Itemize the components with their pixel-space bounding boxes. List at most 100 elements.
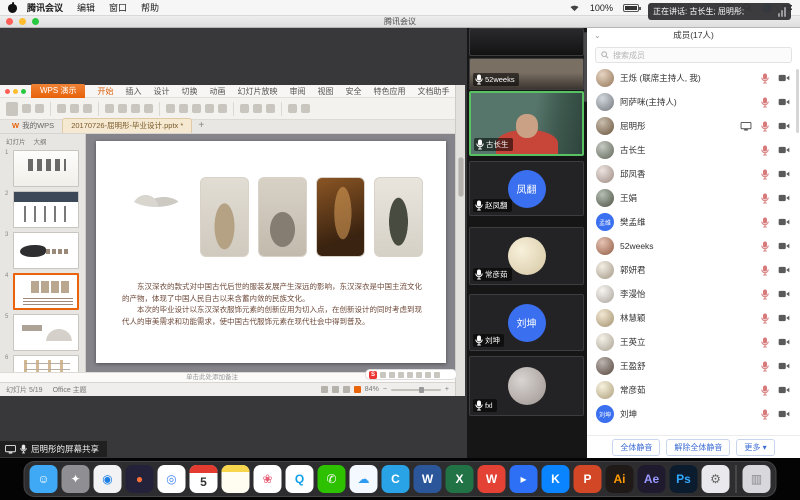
video-tile-刘坤[interactable]: 刘坤刘坤 xyxy=(469,294,584,351)
dock-after-effects-icon[interactable]: Ae xyxy=(638,465,666,493)
toolbar-icon[interactable] xyxy=(166,104,175,113)
dock-qq-icon[interactable]: Q xyxy=(286,465,314,493)
toolbar-icon[interactable] xyxy=(6,102,18,116)
member-list-scrollbar[interactable] xyxy=(796,69,799,133)
slideshow-view-icon[interactable] xyxy=(354,386,361,393)
ribbon-tab-3[interactable]: 切换 xyxy=(175,86,203,97)
menubar-item-0[interactable]: 编辑 xyxy=(77,3,95,13)
normal-view-icon[interactable] xyxy=(321,386,328,393)
member-row[interactable]: 王烁 (联席主持人, 我) xyxy=(587,66,800,90)
sorter-view-icon[interactable] xyxy=(332,386,339,393)
dock-illustrator-icon[interactable]: Ai xyxy=(606,465,634,493)
camera-icon[interactable] xyxy=(778,98,790,106)
ribbon-tab-1[interactable]: 插入 xyxy=(119,86,147,97)
reading-view-icon[interactable] xyxy=(343,386,350,393)
mic-icon[interactable] xyxy=(475,200,483,211)
mute-all-button[interactable]: 全体静音 xyxy=(612,439,660,456)
member-row[interactable]: 阿萨咪(主持人) xyxy=(587,90,800,114)
toolbar-icon[interactable] xyxy=(131,104,140,113)
ribbon-tab-6[interactable]: 审阅 xyxy=(283,86,311,97)
apple-menu-icon[interactable] xyxy=(8,2,17,13)
toolbar-icon[interactable] xyxy=(253,104,262,113)
dock-tencent-meeting-icon[interactable]: ▸ xyxy=(510,465,538,493)
video-tile-52weeks[interactable]: 52weeks xyxy=(469,58,584,90)
mic-icon[interactable] xyxy=(761,313,769,324)
menubar-item-1[interactable]: 窗口 xyxy=(109,3,127,13)
pane-tab-1[interactable]: 大纲 xyxy=(34,136,47,146)
ribbon-tab-8[interactable]: 安全 xyxy=(339,86,367,97)
member-row[interactable]: 李漫怡 xyxy=(587,282,800,306)
dock-wps-icon[interactable]: W xyxy=(478,465,506,493)
video-tile-古长生[interactable]: 古长生 xyxy=(469,91,584,156)
member-row[interactable]: 常彦茹 xyxy=(587,378,800,402)
slide-thumbnail-3[interactable] xyxy=(13,232,79,269)
menubar-item-2[interactable]: 帮助 xyxy=(141,3,159,13)
zoom-in-button[interactable]: + xyxy=(445,386,449,393)
camera-icon[interactable] xyxy=(778,386,790,394)
member-row[interactable]: 王娟 xyxy=(587,186,800,210)
mic-icon[interactable] xyxy=(761,361,769,372)
video-tile-fxl[interactable]: fxl xyxy=(469,356,584,416)
wps-scrollbar[interactable] xyxy=(455,85,465,396)
mic-icon[interactable] xyxy=(761,169,769,180)
mic-icon[interactable] xyxy=(761,289,769,300)
new-doc-tab-button[interactable]: + xyxy=(192,120,210,133)
toolbar-icon[interactable] xyxy=(118,104,127,113)
dock-photoshop-icon[interactable]: Ps xyxy=(670,465,698,493)
toolbar-icon[interactable] xyxy=(218,104,227,113)
dock-safari-icon[interactable]: ◉ xyxy=(94,465,122,493)
camera-icon[interactable] xyxy=(778,218,790,226)
dock-baidu-netdisk-icon[interactable]: ☁ xyxy=(350,465,378,493)
toolbar-icon[interactable] xyxy=(144,104,153,113)
dock-trash-icon[interactable]: ▥ xyxy=(743,465,771,493)
video-tile-unnamed[interactable] xyxy=(469,28,584,56)
mic-icon[interactable] xyxy=(761,121,769,132)
mic-icon[interactable] xyxy=(475,335,483,346)
mic-icon[interactable] xyxy=(761,265,769,276)
member-row[interactable]: 郭妍君 xyxy=(587,258,800,282)
dock-wechat-icon[interactable]: ✆ xyxy=(318,465,346,493)
mic-icon[interactable] xyxy=(761,337,769,348)
slide-thumbnail-5[interactable] xyxy=(13,314,79,351)
mic-icon[interactable] xyxy=(761,145,769,156)
camera-icon[interactable] xyxy=(778,146,790,154)
dock-keynote-icon[interactable]: K xyxy=(542,465,570,493)
mic-icon[interactable] xyxy=(761,409,769,420)
camera-icon[interactable] xyxy=(778,122,790,130)
dock-firefox-icon[interactable]: ● xyxy=(126,465,154,493)
mic-icon[interactable] xyxy=(475,269,483,280)
dock-photos-icon[interactable]: ❀ xyxy=(254,465,282,493)
camera-icon[interactable] xyxy=(778,338,790,346)
camera-icon[interactable] xyxy=(778,170,790,178)
toolbar-icon[interactable] xyxy=(35,104,44,113)
camera-icon[interactable] xyxy=(778,266,790,274)
dock-powerpoint-icon[interactable]: P xyxy=(574,465,602,493)
dock-finder-icon[interactable]: ☺ xyxy=(30,465,58,493)
mic-icon[interactable] xyxy=(761,241,769,252)
mic-icon[interactable] xyxy=(761,385,769,396)
camera-icon[interactable] xyxy=(778,242,790,250)
doc-tab-active[interactable]: 20170726-屈明彤-毕业设计.pptx * xyxy=(62,118,192,133)
member-row[interactable]: 古长生 xyxy=(587,138,800,162)
input-method-toolbar[interactable]: S xyxy=(365,369,457,380)
wps-window-controls[interactable] xyxy=(0,89,31,94)
toolbar-icon[interactable] xyxy=(192,104,201,113)
dock-excel-icon[interactable]: X xyxy=(446,465,474,493)
camera-icon[interactable] xyxy=(778,362,790,370)
camera-icon[interactable] xyxy=(778,410,790,418)
sogou-ime-icon[interactable]: S xyxy=(369,371,377,379)
wifi-icon[interactable] xyxy=(569,3,580,12)
dock-cctalk-icon[interactable]: C xyxy=(382,465,410,493)
mic-icon[interactable] xyxy=(761,97,769,108)
toolbar-icon[interactable] xyxy=(301,104,310,113)
toolbar-icon[interactable] xyxy=(205,104,214,113)
toolbar-icon[interactable] xyxy=(57,104,66,113)
ribbon-tab-5[interactable]: 幻灯片放映 xyxy=(231,86,283,97)
toolbar-icon[interactable] xyxy=(179,104,188,113)
member-row[interactable]: 屈明彤 xyxy=(587,114,800,138)
mic-icon[interactable] xyxy=(761,217,769,228)
camera-icon[interactable] xyxy=(778,194,790,202)
camera-icon[interactable] xyxy=(778,74,790,82)
member-row[interactable]: 邱凤香 xyxy=(587,162,800,186)
ribbon-tab-10[interactable]: 文档助手 xyxy=(411,86,455,97)
